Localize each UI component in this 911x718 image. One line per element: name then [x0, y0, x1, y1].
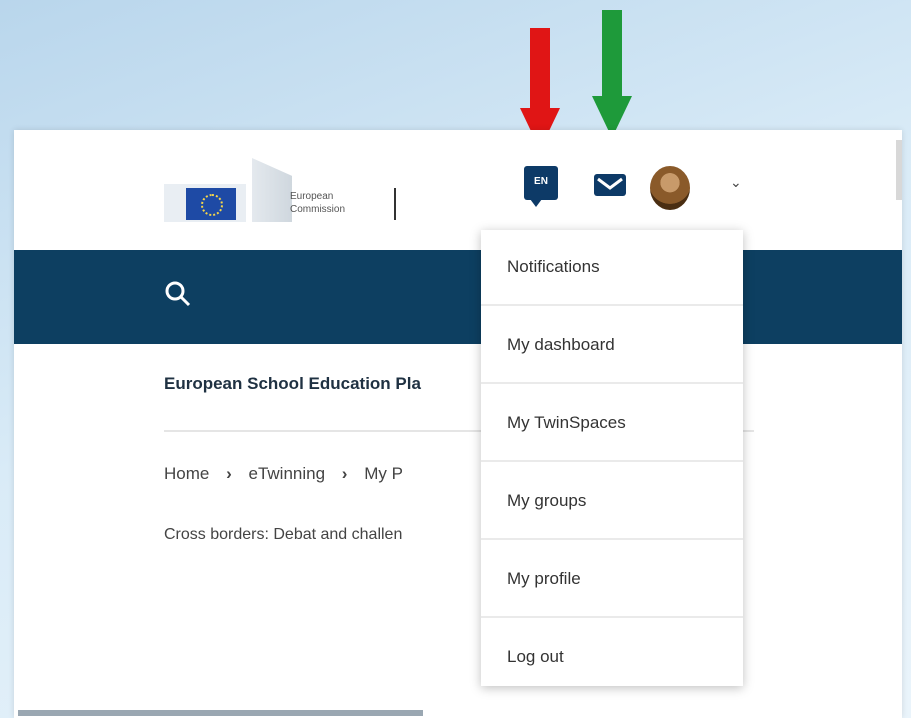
eu-flag-icon — [164, 184, 246, 222]
menu-item-notifications[interactable]: Notifications — [481, 230, 743, 306]
search-button[interactable] — [164, 280, 192, 308]
language-button[interactable]: EN — [524, 166, 558, 207]
user-menu-dropdown: Notifications My dashboard My TwinSpaces… — [481, 230, 743, 686]
menu-item-my-groups[interactable]: My groups — [481, 464, 743, 540]
menu-item-log-out[interactable]: Log out — [481, 620, 743, 694]
breadcrumb-separator: › — [341, 464, 348, 483]
breadcrumb-my-projects[interactable]: My P — [364, 464, 403, 483]
scrollbar[interactable] — [896, 140, 902, 200]
platform-title: European School Education Pla — [164, 374, 421, 393]
european-commission-logo[interactable]: European Commission — [164, 154, 414, 230]
messages-button[interactable] — [592, 170, 628, 200]
menu-item-my-profile[interactable]: My profile — [481, 542, 743, 618]
breadcrumb-home[interactable]: Home — [164, 464, 209, 483]
main-nav-bar: › — [14, 250, 902, 344]
logo-line-2: Commission — [290, 204, 346, 215]
search-icon — [165, 281, 191, 307]
logo-text: European Commission — [290, 190, 345, 216]
mail-icon — [594, 174, 626, 196]
green-arrow-icon — [592, 10, 632, 138]
logo-line-1: European — [290, 191, 334, 202]
logo-divider — [394, 188, 396, 220]
breadcrumb-separator: › — [226, 464, 232, 483]
menu-item-my-dashboard[interactable]: My dashboard — [481, 308, 743, 384]
caption-strip — [18, 710, 423, 716]
breadcrumb-etwinning[interactable]: eTwinning — [249, 464, 326, 483]
menu-item-my-twinspaces[interactable]: My TwinSpaces — [481, 386, 743, 462]
building-icon — [252, 158, 292, 222]
account-menu-chevron-icon[interactable]: ⌄ — [730, 174, 742, 191]
user-avatar[interactable] — [650, 166, 690, 210]
breadcrumb: Home › eTwinning › My P — [164, 464, 403, 484]
project-title: Cross borders: Debat and challen — [164, 526, 403, 543]
browser-page: European Commission EN ⌄ › European Scho… — [14, 130, 902, 718]
